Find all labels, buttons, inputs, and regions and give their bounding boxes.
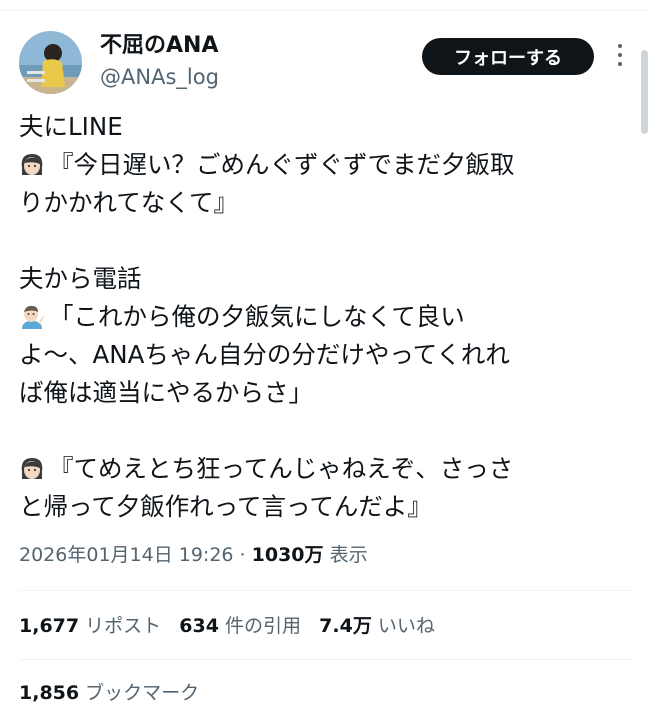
tweet-line-text: 「これから俺の夕飯気にしなくて良い bbox=[49, 302, 465, 331]
reposts-stat[interactable]: 1,677 リポスト bbox=[19, 615, 161, 637]
quotes-label: 件の引用 bbox=[225, 615, 302, 637]
views-label: 表示 bbox=[323, 544, 368, 566]
reposts-label: リポスト bbox=[85, 615, 162, 637]
tweet-line: と帰って夕飯作れって言ってんだよ』 bbox=[19, 492, 432, 521]
avatar[interactable] bbox=[19, 31, 82, 94]
tweet-line-text: 『てめえとち狂ってんじゃねえぞ、さっさ bbox=[49, 454, 514, 483]
quotes-count: 634 bbox=[179, 615, 219, 637]
tweet-line: 夫から電話 bbox=[19, 264, 142, 293]
top-divider bbox=[0, 10, 650, 11]
engagement-stats: 1,677 リポスト 634 件の引用 7.4万 いいね bbox=[19, 611, 435, 641]
display-name[interactable]: 不屈のANA bbox=[100, 32, 218, 60]
tweet-meta: 2026年01月14日 19:26 · 1030万 表示 bbox=[19, 540, 368, 570]
woman-emoji-icon bbox=[21, 154, 43, 175]
bookmarks-label: ブックマーク bbox=[85, 682, 200, 704]
woman-emoji-icon bbox=[21, 458, 43, 479]
tweet-line: 「これから俺の夕飯気にしなくて良い bbox=[19, 298, 629, 336]
scrollbar[interactable] bbox=[641, 50, 648, 134]
timestamp[interactable]: 2026年01月14日 19:26 bbox=[19, 544, 234, 566]
more-options-icon[interactable] bbox=[610, 44, 630, 70]
reposts-count: 1,677 bbox=[19, 615, 80, 637]
bookmarks-stat[interactable]: 1,856 ブックマーク bbox=[19, 678, 199, 708]
man-tipping-hand-emoji-icon bbox=[22, 305, 44, 329]
views-count: 1030万 bbox=[251, 544, 324, 566]
tweet-text: 夫にLINE 『今日遅い？ごめんぐずぐずでまだ夕飯取 りかかれてなくて』 夫から… bbox=[19, 108, 629, 526]
tweet-line: ば俺は適当にやるからさ」 bbox=[19, 378, 313, 407]
user-handle[interactable]: @ANAs_log bbox=[100, 64, 219, 90]
tweet-line-text: 『今日遅い？ごめんぐずぐずでまだ夕飯取 bbox=[49, 150, 515, 179]
likes-count: 7.4万 bbox=[319, 615, 372, 637]
likes-stat[interactable]: 7.4万 いいね bbox=[319, 615, 435, 637]
tweet-line: りかかれてなくて』 bbox=[19, 188, 239, 217]
divider bbox=[19, 590, 631, 591]
follow-button[interactable]: フォローする bbox=[422, 38, 594, 75]
quotes-stat[interactable]: 634 件の引用 bbox=[179, 615, 301, 637]
avatar-photo-icon bbox=[19, 31, 82, 94]
tweet-line: 『今日遅い？ごめんぐずぐずでまだ夕飯取 bbox=[19, 146, 629, 184]
meta-separator: · bbox=[233, 544, 252, 566]
divider bbox=[19, 659, 631, 660]
likes-label: いいね bbox=[377, 615, 435, 637]
bookmarks-count: 1,856 bbox=[19, 682, 80, 704]
tweet-line: 夫にLINE bbox=[19, 112, 123, 141]
tweet-line: 『てめえとち狂ってんじゃねえぞ、さっさ bbox=[19, 450, 629, 488]
tweet-line: よ〜、ANAちゃん自分の分だけやってくれれ bbox=[19, 340, 510, 369]
